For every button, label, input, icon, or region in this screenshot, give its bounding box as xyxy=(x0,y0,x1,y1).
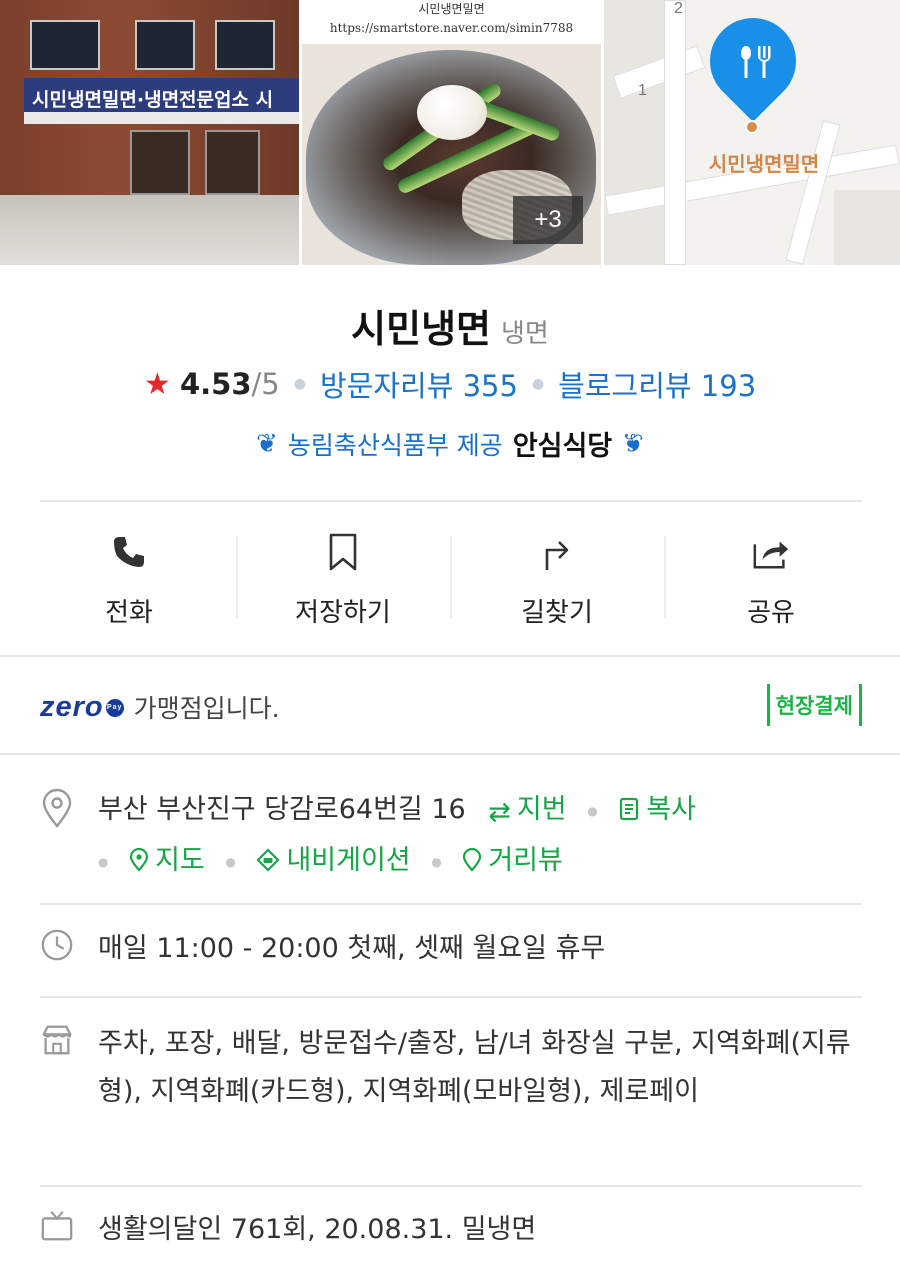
hours-row: 매일 11:00 - 20:00 첫째, 셋째 월요일 휴무 xyxy=(40,925,862,973)
copy-icon xyxy=(618,789,640,837)
place-header: 시민냉면 냉면 xyxy=(0,298,900,353)
rating-group: ★ 4.53/5 xyxy=(144,367,280,402)
separator-dot: ● xyxy=(98,854,109,869)
place-name: 시민냉면 xyxy=(351,307,491,351)
zeropay-logo-text: zero xyxy=(40,690,104,723)
address-text: 부산 부산진구 당감로64번길 16 xyxy=(98,794,466,825)
rating-max: /5 xyxy=(251,366,280,401)
restaurant-icon xyxy=(732,40,776,84)
visitor-reviews-link[interactable]: 방문자리뷰 355 xyxy=(320,363,518,405)
street-view-label: 거리뷰 xyxy=(488,845,563,876)
divider xyxy=(40,996,862,998)
window xyxy=(215,20,275,70)
badge-name: 안심식당 xyxy=(512,431,613,462)
copy-address-button[interactable]: 복사 xyxy=(618,794,696,825)
share-button[interactable]: 공유 xyxy=(664,520,878,640)
map-block xyxy=(604,0,664,265)
zeropay-row: zero Pay 가맹점입니다. 현장결제 xyxy=(40,680,862,734)
separator-dot: ● xyxy=(587,803,598,818)
separator-dot: ● xyxy=(431,854,442,869)
storefront-photo[interactable]: 시민냉면밀면·냉면전문업소 시 xyxy=(0,0,299,265)
car-icon xyxy=(256,840,280,888)
tv-icon xyxy=(40,1206,74,1246)
door xyxy=(130,130,190,195)
sign-strip xyxy=(24,112,299,124)
address-content: 부산 부산진구 당감로64번길 16 ⇄ 지번 ● 복사 ● 지도 ● 내비게이션… xyxy=(98,786,696,888)
swap-icon: ⇄ xyxy=(488,797,511,828)
map-street xyxy=(785,120,841,265)
photo-strip: 시민냉면밀면·냉면전문업소 시 시민냉면밀면 https://smartstor… xyxy=(0,0,900,265)
jibun-label: 지번 xyxy=(516,794,567,825)
map-thumbnail[interactable]: 2 1 시민냉면밀면 xyxy=(604,0,900,265)
phone-icon xyxy=(109,532,149,572)
badge-provider: 농림축산식품부 제공 xyxy=(287,430,503,460)
review-stats: ★ 4.53/5 ● 방문자리뷰 355 ● 블로그리뷰 193 xyxy=(0,363,900,405)
map-block-number: 2 xyxy=(674,0,683,17)
address-row: 부산 부산진구 당감로64번길 16 ⇄ 지번 ● 복사 ● 지도 ● 내비게이션… xyxy=(40,786,862,888)
location-pin-icon xyxy=(40,786,74,828)
safe-restaurant-badge[interactable]: ❦ 농림축산식품부 제공 안심식당 ❦ xyxy=(0,424,900,463)
save-label: 저장하기 xyxy=(295,598,391,628)
more-photos-badge[interactable]: +3 xyxy=(513,196,583,244)
zeropay-text: 가맹점입니다. xyxy=(133,694,280,723)
divider xyxy=(0,655,900,657)
divider xyxy=(40,903,862,905)
amenities-text: 주차, 포장, 배달, 방문접수/출장, 남/녀 화장실 구분, 지역화폐(지류… xyxy=(98,1028,851,1107)
photo-caption: 시민냉면밀면 https://smartstore.naver.com/simi… xyxy=(302,0,601,44)
divider xyxy=(40,1185,862,1187)
navigation-link[interactable]: 내비게이션 xyxy=(256,845,411,876)
amenities-row: 주차, 포장, 배달, 방문접수/출장, 남/녀 화장실 구분, 지역화폐(지류… xyxy=(40,1020,862,1116)
street-view-icon xyxy=(462,840,482,888)
blog-reviews-link[interactable]: 블로그리뷰 193 xyxy=(558,363,756,405)
share-icon xyxy=(751,532,791,572)
divider xyxy=(0,753,900,755)
store-icon xyxy=(40,1020,74,1060)
directions-button[interactable]: 길찾기 xyxy=(450,520,664,640)
map-street xyxy=(664,0,686,265)
tv-text: 생활의달인 761회, 20.08.31. 밀냉면 xyxy=(98,1214,537,1245)
onsite-payment-badge: 현장결제 xyxy=(766,684,862,726)
laurel-left-icon: ❦ xyxy=(256,428,278,459)
separator-dot: ● xyxy=(531,376,545,392)
hours-text: 매일 11:00 - 20:00 첫째, 셋째 월요일 휴무 xyxy=(98,933,606,964)
zeropay-logo: zero Pay xyxy=(40,691,124,724)
window xyxy=(30,20,100,70)
map-place-label: 시민냉면밀면 xyxy=(708,152,820,176)
map-block-number: 1 xyxy=(638,82,647,99)
tv-row: 생활의달인 761회, 20.08.31. 밀냉면 xyxy=(40,1206,862,1254)
divider xyxy=(40,500,862,502)
separator-dot: ● xyxy=(293,376,306,392)
separator-dot: ● xyxy=(225,854,236,869)
laurel-right-icon: ❦ xyxy=(622,428,644,459)
clock-icon xyxy=(40,925,74,965)
zeropay-logo-sub: Pay xyxy=(105,698,124,717)
directions-label: 길찾기 xyxy=(521,598,593,628)
window xyxy=(135,20,195,70)
caption-url: https://smartstore.naver.com/simin7788 xyxy=(329,21,574,35)
copy-label: 복사 xyxy=(646,794,696,825)
star-icon: ★ xyxy=(143,366,171,402)
directions-icon xyxy=(537,532,577,572)
navigation-label: 내비게이션 xyxy=(286,845,411,876)
map-label: 지도 xyxy=(155,845,205,876)
street-view-link[interactable]: 거리뷰 xyxy=(462,845,563,876)
call-button[interactable]: 전화 xyxy=(22,520,236,640)
boiled-egg xyxy=(417,85,487,140)
map-link[interactable]: 지도 xyxy=(129,845,205,876)
map-location-dot xyxy=(745,120,759,134)
map-pin-icon xyxy=(129,840,149,888)
bookmark-icon xyxy=(323,532,363,572)
call-label: 전화 xyxy=(105,598,153,628)
jibun-toggle[interactable]: ⇄ 지번 xyxy=(488,794,567,828)
share-label: 공유 xyxy=(747,598,795,628)
action-bar: 전화 저장하기 길찾기 공유 xyxy=(22,520,878,640)
place-category: 냉면 xyxy=(501,319,549,349)
dish-photo[interactable]: 시민냉면밀면 https://smartstore.naver.com/simi… xyxy=(302,0,601,265)
door xyxy=(205,130,260,195)
caption-title: 시민냉면밀면 xyxy=(418,2,485,16)
road xyxy=(0,195,299,265)
map-block xyxy=(834,190,900,265)
rating-value: 4.53 xyxy=(179,366,252,401)
save-button[interactable]: 저장하기 xyxy=(236,520,450,640)
